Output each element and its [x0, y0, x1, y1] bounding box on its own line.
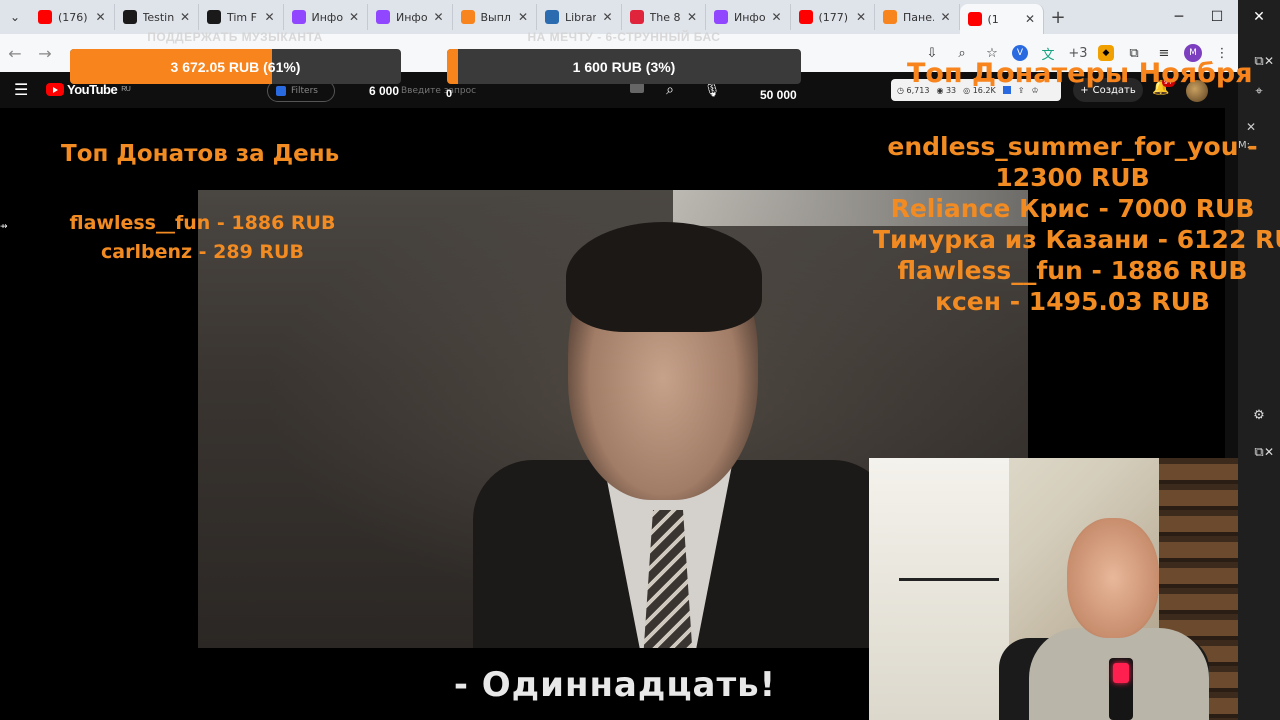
- tab-title: Testin: [142, 10, 174, 24]
- goal-1-text: 3 672.05 RUB (61%): [170, 58, 301, 75]
- tab-strip: ⌄ (176) ✕ Testin ✕ Tim F ✕ Инфо ✕ Инфо ✕ Выпл ✕ Libr…: [0, 0, 1238, 34]
- webcam-overlay: [869, 458, 1238, 720]
- goal-1-bar: 3 672.05 RUB (61%): [70, 49, 401, 84]
- browser-tab[interactable]: (177) ✕: [791, 4, 875, 30]
- top-month-line: Reliance Крис - 7000 RUB: [890, 194, 1255, 223]
- top-month-title: Топ Донатеры Ноября: [907, 58, 1253, 89]
- side-panel: ⧉ ⌖ ⚙ ⧉: [1238, 0, 1280, 720]
- tab-close-icon[interactable]: ✕: [180, 10, 190, 24]
- library-icon: [545, 10, 559, 24]
- tf-icon: [207, 10, 221, 24]
- person-hair: [566, 222, 762, 332]
- youtube-icon: [967, 12, 982, 26]
- browser-tab[interactable]: Инфо ✕: [706, 4, 791, 30]
- tab-title: (176): [58, 10, 88, 24]
- tab-title: The 8: [649, 10, 681, 24]
- top-month-line: Тимурка из Казани - 6122 RUB: [873, 225, 1280, 254]
- tab-close-icon[interactable]: ✕: [940, 10, 950, 24]
- new-tab-button[interactable]: +: [1044, 7, 1072, 28]
- tab-title: (177): [818, 10, 849, 24]
- filter-label: Filters: [291, 86, 318, 96]
- goal-2-bar: 1 600 RUB (3%): [447, 49, 801, 84]
- top-day-entry: flawless__fun - 1886 RUB: [69, 212, 336, 234]
- tab-title: Инфо: [734, 10, 766, 24]
- tf-icon: [122, 10, 137, 24]
- donationalerts-icon: [460, 10, 475, 24]
- tab-close-icon[interactable]: ✕: [349, 10, 359, 24]
- twitch-icon: [376, 10, 390, 24]
- top-month-line: ксен - 1495.03 RUB: [935, 287, 1210, 316]
- tab-close-icon[interactable]: ✕: [264, 10, 274, 24]
- webcam-drum-kit: [899, 578, 999, 638]
- opera-icon: [629, 10, 644, 24]
- youtube-logo-text: YouTube: [67, 82, 118, 97]
- hamburger-menu-icon[interactable]: ☰: [14, 80, 28, 99]
- side-panel-close-icon[interactable]: ✕: [1258, 50, 1280, 72]
- goal-2-max-label: 50 000: [760, 88, 797, 102]
- top-day-title: Топ Донатов за День: [61, 141, 340, 167]
- goal-1-title: ПОДДЕРЖАТЬ МУЗЫКАНТА: [147, 30, 323, 44]
- twitch-icon: [291, 10, 306, 24]
- browser-tab[interactable]: Инфо ✕: [368, 4, 453, 30]
- tab-close-icon[interactable]: ✕: [1025, 12, 1035, 26]
- browser-tab[interactable]: Testin ✕: [115, 4, 199, 30]
- youtube-logo[interactable]: YouTube RU: [46, 82, 131, 97]
- browser-tab[interactable]: Инфо ✕: [284, 4, 368, 30]
- forward-button[interactable]: →: [30, 44, 60, 63]
- browser-tab[interactable]: Librar ✕: [537, 4, 622, 30]
- microphone-rgb-light: [1113, 663, 1129, 683]
- tab-title: (1: [987, 12, 999, 26]
- top-month-line: 12300 RUB: [995, 163, 1150, 192]
- goal-2-title: НА МЕЧТУ - 6-СТРУННЫЙ БАС: [527, 30, 721, 44]
- tab-title: Инфо: [396, 10, 428, 24]
- tab-close-icon[interactable]: ✕: [687, 10, 697, 24]
- tab-title: Инфо: [311, 10, 343, 24]
- close-window-button[interactable]: ✕: [1238, 0, 1280, 34]
- goal-2-min-label: 0: [446, 88, 453, 100]
- side-panel-settings-icon[interactable]: ⚙: [1248, 404, 1270, 426]
- top-month-line: endless_summer_for_you -: [887, 132, 1258, 161]
- tab-close-icon[interactable]: ✕: [433, 10, 443, 24]
- browser-tab[interactable]: Пане. ✕: [875, 4, 960, 30]
- youtube-region-label: RU: [121, 86, 131, 93]
- tab-title: Пане.: [903, 10, 935, 24]
- back-button[interactable]: ←: [0, 44, 30, 63]
- tab-close-icon[interactable]: ✕: [856, 10, 866, 24]
- tab-title: Выпл: [480, 10, 511, 24]
- tab-close-icon[interactable]: ✕: [518, 10, 528, 24]
- streamer-head: [1067, 518, 1159, 638]
- goal-2-text: 1 600 RUB (3%): [572, 58, 676, 75]
- browser-tab[interactable]: Выпл ✕: [453, 4, 537, 30]
- tab-title: Librar: [565, 10, 597, 24]
- tab-close-icon[interactable]: ✕: [95, 10, 105, 24]
- tab-close-icon[interactable]: ✕: [771, 10, 781, 24]
- twitch-icon: [714, 10, 728, 24]
- donationalerts-icon: [883, 10, 897, 24]
- side-panel-close-icon-2[interactable]: ✕: [1258, 441, 1280, 463]
- video-subtitle: - Одиннадцать!: [453, 665, 777, 705]
- keyboard-icon[interactable]: [630, 83, 644, 93]
- youtube-icon: [38, 10, 52, 24]
- browser-tab[interactable]: Tim F ✕: [199, 4, 284, 30]
- minimize-button[interactable]: ─: [1160, 0, 1198, 34]
- mouse-cursor-icon: ⇸: [0, 222, 8, 232]
- goal-1-max-label: 6 000: [369, 84, 400, 98]
- browser-tab[interactable]: (176) ✕: [30, 4, 115, 30]
- tabs-container: (176) ✕ Testin ✕ Tim F ✕ Инфо ✕ Инфо ✕ Выпл ✕ Librar…: [30, 0, 1044, 34]
- filter-extension-icon: [276, 86, 286, 96]
- youtube-icon: [798, 10, 813, 24]
- top-day-entry: carlbenz - 289 RUB: [101, 241, 304, 263]
- youtube-play-icon: [46, 83, 64, 96]
- browser-tab[interactable]: The 8 ✕: [622, 4, 706, 30]
- top-month-line: flawless__fun - 1886 RUB: [897, 256, 1248, 285]
- tab-close-icon[interactable]: ✕: [602, 10, 612, 24]
- tab-title: Tim F: [227, 10, 257, 24]
- maximize-button[interactable]: ☐: [1198, 0, 1236, 34]
- tab-search-chevron-icon[interactable]: ⌄: [0, 4, 30, 30]
- browser-tab[interactable]: (1 ✕: [959, 4, 1044, 34]
